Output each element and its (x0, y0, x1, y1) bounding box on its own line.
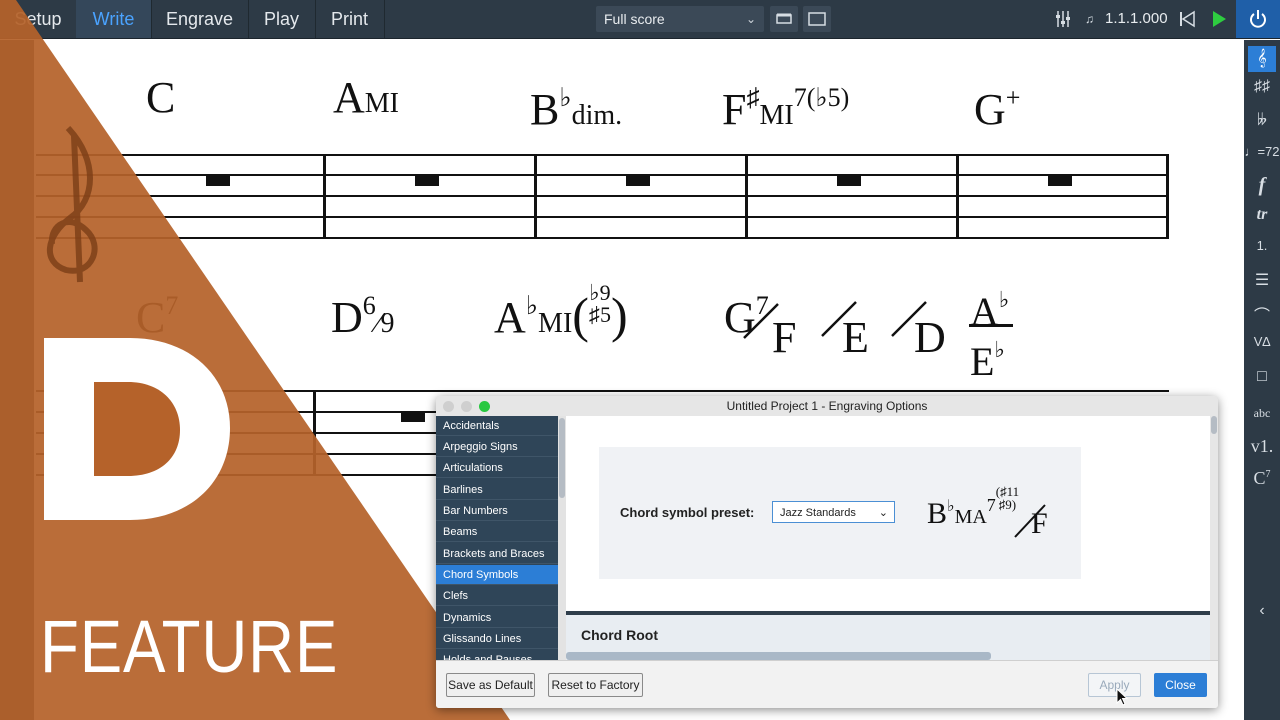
chord-symbol[interactable]: D6⁄9 (331, 284, 394, 346)
verse-icon[interactable]: v1. (1244, 436, 1280, 457)
apply-button[interactable]: Apply (1088, 673, 1141, 697)
options-content: Chord symbol preset: Jazz Standards ⌄ B♭… (566, 416, 1210, 660)
options-category-list: Accidentals Arpeggio Signs Articulations… (436, 416, 558, 660)
category-scrollbar[interactable] (558, 416, 566, 660)
chord-bass-note[interactable]: F (772, 316, 796, 360)
power-icon[interactable] (1236, 0, 1280, 38)
barline (745, 154, 748, 239)
polychord-bottom[interactable]: E♭ (970, 328, 1005, 384)
playing-techniques-icon[interactable]: V∆ (1244, 334, 1280, 349)
text-icon[interactable]: □ (1244, 368, 1280, 386)
chord-symbol[interactable]: G+ (974, 76, 1020, 132)
tab-setup[interactable]: Setup (0, 0, 77, 38)
bar-rest[interactable] (401, 412, 425, 422)
notations-panel: 𝄞 ♯♯ 𝄫 ♩=72 f tr 1. ☰ ⌒ V∆ □ abc v1. C7 … (1244, 40, 1280, 720)
nav-item-clefs[interactable]: Clefs (436, 586, 558, 606)
preset-label: Chord symbol preset: (620, 505, 755, 520)
preset-panel: Chord symbol preset: Jazz Standards ⌄ B♭… (599, 447, 1081, 579)
section-title: Chord Root (581, 627, 658, 643)
layout-selector[interactable]: Full score ⌄ (596, 6, 764, 32)
barline (313, 390, 316, 476)
chord-preset-value: Jazz Standards (780, 507, 856, 519)
bar-rest[interactable] (415, 176, 439, 186)
bar-rest[interactable] (626, 176, 650, 186)
dialog-title: Untitled Project 1 - Engraving Options (726, 399, 928, 413)
tempo-icon[interactable]: ♩=72 (1244, 144, 1280, 159)
engraving-options-dialog: Untitled Project 1 - Engraving Options A… (436, 396, 1218, 708)
bar-rest[interactable] (1048, 176, 1072, 186)
nav-item-beams[interactable]: Beams (436, 522, 558, 542)
nav-item-holds-and-pauses[interactable]: Holds and Pauses (436, 650, 558, 660)
chord-symbol[interactable]: C (146, 76, 175, 120)
chord-symbol[interactable]: F♯MI7(♭5) (722, 76, 849, 138)
polychord-divider (969, 324, 1013, 327)
barline (1166, 154, 1169, 239)
bars-icon[interactable]: ☰ (1244, 270, 1280, 290)
chord-symbol[interactable]: B♭dim. (530, 76, 622, 138)
nav-item-bar-numbers[interactable]: Bar Numbers (436, 501, 558, 521)
chord-preview: B♭MA7(♯11 ♯9) (927, 484, 1020, 530)
position-readout: 1.1.1.000 (1105, 10, 1168, 27)
nav-item-chord-symbols[interactable]: Chord Symbols (436, 565, 558, 585)
ornaments-icon[interactable]: tr (1244, 206, 1280, 224)
galley-view-icon (776, 13, 792, 24)
notes-panel (0, 40, 34, 720)
close-button[interactable]: Close (1154, 673, 1207, 697)
page-view-icon (808, 12, 826, 26)
chord-bass-note[interactable]: E (842, 316, 869, 360)
nav-item-accidentals[interactable]: Accidentals (436, 416, 558, 436)
nav-item-arpeggio-signs[interactable]: Arpeggio Signs (436, 437, 558, 457)
nav-item-articulations[interactable]: Articulations (436, 458, 558, 478)
mouse-cursor-icon (1116, 688, 1129, 706)
barline (534, 154, 537, 239)
tab-write[interactable]: Write (76, 0, 152, 38)
tab-play[interactable]: Play (248, 0, 316, 38)
section-header: Chord Root (566, 615, 1210, 660)
nav-item-brackets-and-braces[interactable]: Brackets and Braces (436, 544, 558, 564)
chevron-down-icon: ⌄ (745, 12, 756, 26)
content-scrollbar[interactable] (1210, 416, 1218, 660)
chord-symbols-icon[interactable]: C7 (1244, 468, 1280, 489)
top-toolbar: Setup Write Engrave Play Print Full scor… (0, 0, 1280, 39)
dynamics-icon[interactable]: f (1244, 174, 1280, 197)
repeat-endings-icon[interactable]: 1. (1244, 238, 1280, 253)
tab-print[interactable]: Print (315, 0, 385, 38)
dialog-footer: Save as Default Reset to Factory Apply C… (436, 660, 1218, 708)
galley-view-button[interactable] (770, 6, 798, 32)
chord-preset-select[interactable]: Jazz Standards ⌄ (772, 501, 895, 523)
chord-symbol[interactable]: AMI (333, 76, 399, 126)
clef-panel-icon[interactable]: 𝄞 (1248, 46, 1276, 72)
save-as-default-button[interactable]: Save as Default (446, 673, 535, 697)
chevron-down-icon: ⌄ (878, 507, 888, 519)
chord-symbol[interactable]: C7 (136, 284, 178, 340)
barline (323, 154, 326, 239)
barline (956, 154, 959, 239)
layout-selector-value: Full score (604, 11, 665, 27)
chevron-left-icon[interactable]: ‹ (1244, 602, 1280, 620)
dialog-titlebar[interactable]: Untitled Project 1 - Engraving Options (436, 396, 1218, 417)
nav-item-dynamics[interactable]: Dynamics (436, 608, 558, 628)
reset-to-factory-button[interactable]: Reset to Factory (548, 673, 643, 697)
bar-rest[interactable] (206, 176, 230, 186)
key-signature-icon[interactable]: ♯♯ (1244, 78, 1280, 96)
nav-item-glissando-lines[interactable]: Glissando Lines (436, 629, 558, 649)
preview-bass-note: F (1031, 507, 1048, 540)
page-view-button[interactable] (803, 6, 831, 32)
chord-symbol[interactable]: A♭MI(♭9 ♯5) (494, 282, 628, 346)
metronome-icon[interactable]: ♫ (1085, 0, 1094, 38)
tab-engrave[interactable]: Engrave (151, 0, 249, 38)
bar-rest[interactable] (837, 176, 861, 186)
chord-bass-note[interactable]: D (914, 316, 946, 360)
section-subbar (566, 652, 991, 660)
lyrics-icon[interactable]: abc (1244, 406, 1280, 421)
nav-item-barlines[interactable]: Barlines (436, 480, 558, 500)
time-signature-icon[interactable]: 𝄫 (1244, 112, 1280, 130)
holds-icon[interactable]: ⌒ (1244, 302, 1280, 326)
